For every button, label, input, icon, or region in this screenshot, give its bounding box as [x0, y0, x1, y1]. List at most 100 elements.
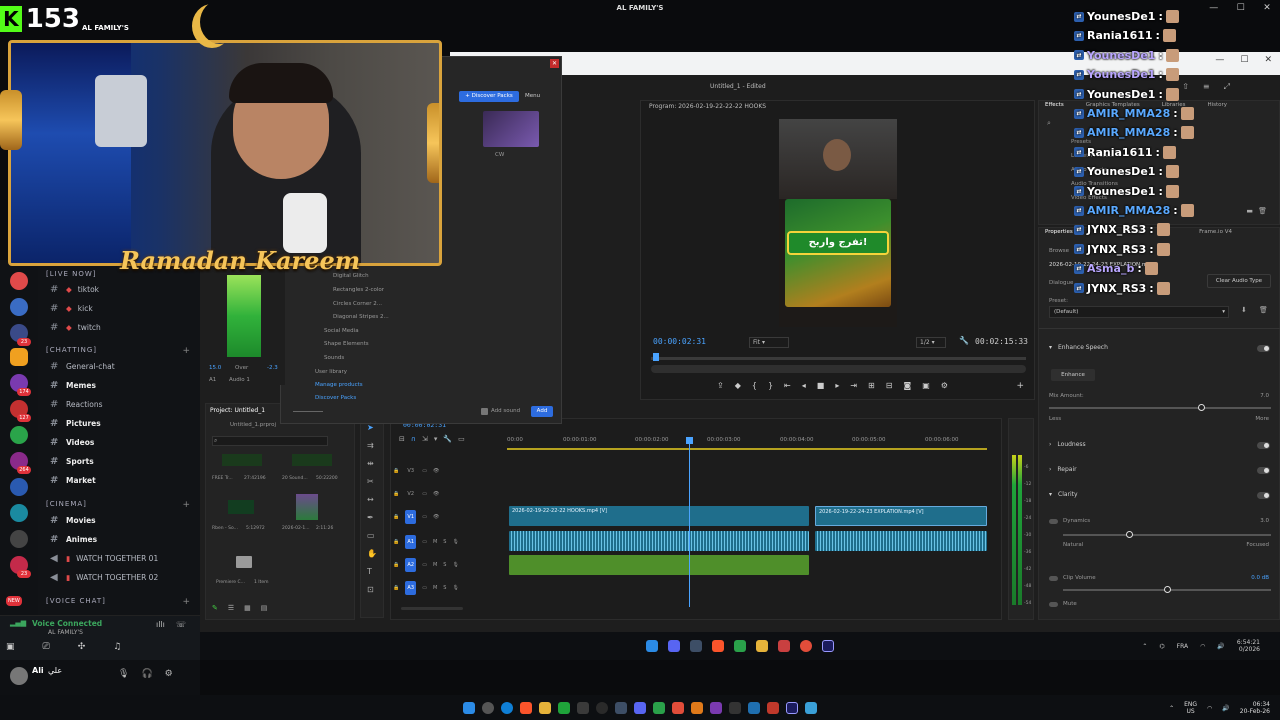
work-area-bar[interactable]: [507, 448, 987, 450]
screen-share-icon[interactable]: ⎚: [43, 642, 50, 652]
pack-folder-sounds[interactable]: Sounds: [324, 355, 344, 361]
app-icon[interactable]: [729, 701, 741, 714]
network-icon[interactable]: ⌬: [1159, 643, 1164, 650]
enhance-speech-toggle[interactable]: [1257, 345, 1270, 352]
channel-memes[interactable]: # Memes: [50, 378, 195, 392]
pencil-icon[interactable]: ✎: [212, 604, 218, 612]
caption-icon[interactable]: ⊡: [367, 585, 377, 594]
wifi-icon[interactable]: ◠: [1207, 705, 1212, 712]
premiere-icon[interactable]: [822, 640, 834, 652]
category-chatting[interactable]: [CHATTING]: [46, 346, 97, 354]
mark-in-icon[interactable]: {: [752, 381, 757, 390]
rectangle-icon[interactable]: ▭: [367, 531, 377, 540]
icon-view-icon[interactable]: ▦: [244, 604, 251, 612]
eye-icon[interactable]: 👁: [433, 468, 439, 474]
folder-icon[interactable]: [236, 556, 252, 568]
track-a2-target[interactable]: A2: [405, 558, 417, 572]
audio-clip-a1-explation[interactable]: [815, 531, 987, 551]
lock-icon[interactable]: 🔒: [393, 514, 399, 520]
timeline-settings-icon[interactable]: 🔧: [443, 435, 452, 443]
audio-clip-a2[interactable]: [509, 555, 809, 575]
add-button-icon[interactable]: +: [1016, 381, 1024, 391]
marker-icon[interactable]: ◆: [735, 381, 741, 390]
linked-selection-icon[interactable]: ∩: [411, 435, 416, 443]
mic-icon[interactable]: 🎙: [118, 669, 129, 679]
stop-icon[interactable]: ■: [817, 381, 825, 390]
app-icon[interactable]: [710, 701, 722, 714]
channel-tiktok[interactable]: # ◆ tiktok: [50, 282, 195, 296]
lock-icon[interactable]: 🔒: [393, 585, 399, 591]
server-icon[interactable]: [10, 530, 28, 548]
sync-lock-icon[interactable]: ▭: [422, 491, 427, 497]
edge-icon[interactable]: [734, 640, 746, 652]
close-icon[interactable]: ✕: [550, 59, 559, 68]
language-indicator[interactable]: ENG US: [1184, 701, 1197, 715]
sync-lock-icon[interactable]: ▭: [422, 562, 427, 568]
manage-products-link[interactable]: Manage products: [315, 382, 363, 388]
mic-icon[interactable]: 🎙: [452, 585, 458, 591]
channel-watch-together-01[interactable]: ◀ ▮ WATCH TOGETHER 01: [50, 551, 195, 565]
enhance-button[interactable]: Enhance: [1051, 369, 1095, 381]
pen-icon[interactable]: ✒: [367, 513, 377, 522]
overwrite-icon[interactable]: ⊟: [886, 381, 893, 390]
menu-button[interactable]: Menu: [525, 93, 540, 99]
lock-icon[interactable]: 🔒: [393, 491, 399, 497]
explorer-icon[interactable]: [539, 701, 551, 714]
chrome-icon[interactable]: [800, 640, 812, 652]
fit-dropdown[interactable]: Fit ▾: [749, 337, 789, 348]
clarity-toggle[interactable]: [1257, 492, 1270, 499]
channel-market[interactable]: # Market: [50, 473, 195, 487]
pack-thumbnail[interactable]: [483, 111, 539, 147]
razor-icon[interactable]: ✂: [367, 477, 377, 486]
camera-icon[interactable]: ▣: [6, 642, 15, 652]
pack-item-rectangles[interactable]: Rectangles 2-color: [333, 287, 384, 293]
discord-icon[interactable]: [634, 701, 646, 714]
pack-folder-social[interactable]: Social Media: [324, 328, 359, 334]
lock-icon[interactable]: 🔒: [393, 539, 399, 545]
windows-start-icon[interactable]: [646, 640, 658, 652]
server-icon[interactable]: [10, 348, 28, 366]
mute-icon[interactable]: M: [433, 539, 437, 545]
channel-general[interactable]: # General-chat: [50, 359, 195, 373]
solo-icon[interactable]: S: [443, 539, 446, 545]
camera-icon[interactable]: ◙: [903, 381, 911, 390]
server-icon[interactable]: [10, 298, 28, 316]
snap-icon[interactable]: ⊟: [399, 435, 405, 443]
volume-icon[interactable]: 🔊: [1217, 643, 1224, 650]
timeline-playhead[interactable]: [689, 437, 690, 607]
channel-pictures[interactable]: # Pictures: [50, 416, 195, 430]
channel-sports[interactable]: # Sports: [50, 454, 195, 468]
server-icon[interactable]: [10, 478, 28, 496]
disconnect-icon[interactable]: ☏: [176, 620, 186, 629]
clip-volume-checkbox[interactable]: [1049, 576, 1058, 581]
type-icon[interactable]: T: [367, 567, 377, 576]
insert-icon[interactable]: ⊞: [868, 381, 875, 390]
repair-toggle[interactable]: [1257, 467, 1270, 474]
lift-icon[interactable]: ⇪: [717, 381, 724, 390]
app-icon[interactable]: [767, 701, 779, 714]
mix-amount-slider[interactable]: [1049, 407, 1271, 409]
go-to-out-icon[interactable]: ⇥: [850, 381, 857, 390]
zoom-scrollbar[interactable]: [651, 365, 1026, 373]
avatar[interactable]: [10, 667, 28, 685]
bin-thumb-3[interactable]: [228, 500, 254, 514]
add-channel-icon[interactable]: +: [182, 597, 190, 607]
video-clip-hooks[interactable]: 2026-02-19-22-22-22 HOOKS.mp4 [V]: [509, 506, 809, 526]
mic-icon[interactable]: 🎙: [452, 539, 458, 545]
sync-lock-icon[interactable]: ▭: [422, 468, 427, 474]
add-marker-icon[interactable]: ▾: [434, 435, 438, 443]
mark-out-icon[interactable]: }: [768, 381, 773, 390]
timeline-scrollbar[interactable]: [401, 607, 463, 610]
bin-thumb-2[interactable]: [292, 454, 332, 466]
loudness-toggle[interactable]: [1257, 442, 1270, 449]
category-cinema[interactable]: [CINEMA]: [46, 500, 87, 508]
channel-movies[interactable]: # Movies: [50, 513, 195, 527]
clip-volume-value[interactable]: 0.0 dB: [1251, 575, 1269, 581]
add-button[interactable]: Add: [531, 406, 553, 417]
category-voice-chat[interactable]: [VOICE CHAT]: [46, 597, 106, 605]
sync-lock-icon[interactable]: ▭: [422, 585, 427, 591]
add-sound-checkbox[interactable]: [481, 408, 488, 415]
channel-watch-together-02[interactable]: ◀ ▮ WATCH TOGETHER 02: [50, 570, 195, 584]
program-scrubber[interactable]: [651, 357, 1026, 360]
steam-icon[interactable]: [615, 701, 627, 714]
